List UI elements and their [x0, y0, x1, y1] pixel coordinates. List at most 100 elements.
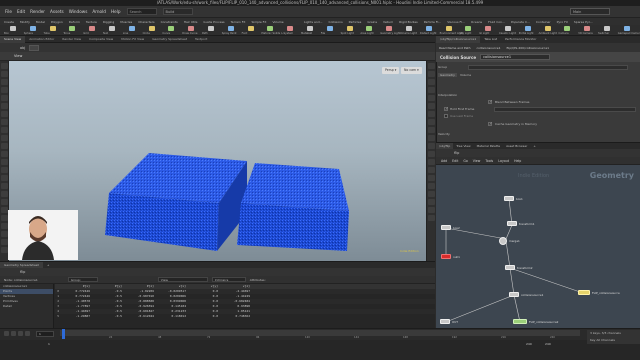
shelf-tool-spot-light-icon[interactable] — [346, 26, 353, 31]
shelf-tool-environment-light-icon[interactable] — [445, 26, 452, 31]
display-option-icon[interactable] — [428, 135, 435, 141]
tool-icon[interactable] — [1, 247, 8, 253]
tool-icon[interactable] — [1, 167, 8, 173]
tool-icon[interactable] — [1, 175, 8, 181]
tab-geometry-spreadsheet[interactable]: Geometry Spreadsheet — [148, 36, 191, 43]
display-option-icon[interactable] — [428, 103, 435, 109]
network-path[interactable]: flip — [454, 151, 459, 155]
network-menu-go[interactable]: Go — [463, 159, 467, 163]
menu-file[interactable]: File — [5, 9, 12, 14]
shelf-tab-hair-utils[interactable]: Hair Utils — [182, 20, 200, 24]
shelf-tab-particle-fl[interactable]: Particle Fl... — [422, 20, 443, 24]
desktop-dropdown[interactable]: Main — [570, 8, 610, 15]
network-menu-add[interactable]: Add — [441, 159, 447, 163]
shelf-tab-pyro-fx[interactable]: Pyro FX — [555, 20, 570, 24]
network-menu-layout[interactable]: Layout — [498, 159, 509, 163]
tool-icon[interactable] — [1, 143, 8, 149]
range-start[interactable]: 1 — [48, 342, 50, 346]
display-option-icon[interactable] — [428, 191, 435, 197]
display-option-icon[interactable] — [428, 63, 435, 69]
node-transform2[interactable] — [505, 265, 515, 270]
node-out[interactable] — [440, 319, 450, 324]
shelf-tab-simple-fx[interactable]: Simple FX — [249, 20, 268, 24]
group-param-field[interactable] — [468, 65, 628, 70]
shelf-tab-characters[interactable]: Characters — [136, 20, 156, 24]
shelf-tab-volume[interactable]: Volume — [270, 20, 285, 24]
current-frame-field[interactable]: 1 — [36, 331, 54, 337]
add-tab-button[interactable]: + — [540, 36, 551, 43]
network-menu-help[interactable]: Help — [514, 159, 521, 163]
shelf-tab-create[interactable]: Create — [2, 20, 16, 24]
tab-take-list[interactable]: Take List — [480, 36, 501, 43]
node-flip-collisionsource2[interactable] — [513, 319, 527, 324]
use-last-toggle[interactable] — [444, 114, 448, 118]
shelf-tab-modify[interactable]: Modify — [18, 20, 32, 24]
shelf-tab-sparse-pyr[interactable]: Sparse Pyr... — [572, 20, 595, 24]
tab-textport[interactable]: Textport — [191, 36, 211, 43]
spreadsheet-path[interactable]: flip — [20, 270, 25, 274]
tool-icon[interactable] — [1, 63, 8, 69]
tool-icon[interactable] — [1, 223, 8, 229]
shelf-tab-fluid-con[interactable]: Fluid Con... — [486, 20, 507, 24]
shelf-tab-viscous-fl[interactable]: Viscous Fl... — [445, 20, 467, 24]
shelf-tool-spray-paint-icon[interactable] — [227, 26, 234, 31]
build-dropdown[interactable]: Build — [162, 8, 193, 15]
display-option-icon[interactable] — [428, 143, 435, 149]
tab-composite-view[interactable]: Composite View — [85, 36, 117, 43]
shelf-tab-rigging[interactable]: Rigging — [101, 20, 116, 24]
intrinsics-dropdown[interactable]: Intrinsics — [211, 277, 246, 282]
menu-help[interactable]: Help — [111, 9, 121, 14]
play-back-button[interactable] — [4, 331, 9, 336]
shelf-tool-curve-icon[interactable] — [168, 26, 175, 31]
step-back-button[interactable] — [11, 331, 16, 336]
shelf-tab-polygon[interactable]: Polygon — [49, 20, 65, 24]
display-option-icon[interactable] — [428, 119, 435, 125]
tool-icon[interactable] — [1, 231, 8, 237]
shelf-tool-font-icon[interactable] — [247, 26, 254, 31]
shelf-tool-switcher-icon[interactable] — [604, 26, 610, 31]
tool-icon[interactable] — [1, 87, 8, 93]
shelf-tool-sphere-icon[interactable] — [29, 26, 36, 31]
shelf-tool-area-light-icon[interactable] — [366, 26, 373, 31]
tool-icon[interactable] — [1, 111, 8, 117]
node-box1[interactable] — [504, 196, 514, 201]
shelf-tool-torus-icon[interactable] — [69, 26, 76, 31]
range-end[interactable]: 240 — [526, 342, 532, 346]
tab-animation-editor[interactable]: Animation Editor — [25, 36, 58, 43]
node-transform1[interactable] — [507, 221, 517, 226]
shelf-tool-null-icon[interactable] — [109, 26, 115, 31]
tool-icon[interactable] — [1, 215, 8, 221]
shelf-tool-sky-light-icon[interactable] — [465, 26, 472, 31]
shelf-tool-camera-icon[interactable] — [564, 26, 571, 31]
network-editor[interactable]: Geometry Indie Edition box1 transform1 b… — [436, 165, 640, 328]
timeline-playhead[interactable] — [62, 329, 65, 339]
shelf-tool-gi-light-icon[interactable] — [485, 26, 492, 31]
display-option-icon[interactable] — [428, 183, 435, 189]
display-option-icon[interactable] — [428, 127, 435, 133]
shelf-tab-particles[interactable]: Particles — [347, 20, 364, 24]
shelf-tool-caustic-light-icon[interactable] — [505, 26, 511, 31]
display-option-icon[interactable] — [428, 207, 435, 213]
network-menu-edit[interactable]: Edit — [452, 159, 458, 163]
shelf-tab-vellum[interactable]: Vellum — [381, 20, 395, 24]
shelf-tool-gamepad-camera-icon[interactable] — [623, 26, 630, 31]
menu-edit[interactable]: Edit — [17, 9, 25, 14]
tab-motion-fx-view[interactable]: Motion FX View — [117, 36, 148, 43]
shelf-tool-l-system-icon[interactable] — [287, 26, 294, 31]
shelf-tab-muscles[interactable]: Muscles — [118, 20, 134, 24]
display-option-icon[interactable] — [428, 87, 435, 93]
shelf-tool-tube-icon[interactable] — [49, 26, 56, 31]
shelf-tab-deform[interactable]: Deform — [67, 20, 82, 24]
tool-icon[interactable] — [1, 183, 8, 189]
shelf-tool-grid-icon[interactable] — [89, 26, 96, 31]
display-option-icon[interactable] — [428, 215, 435, 221]
menu-assets[interactable]: Assets — [50, 9, 64, 14]
shelf-tab-guide-process[interactable]: Guide Process — [201, 20, 226, 24]
shelf-tab-grains[interactable]: Grains — [365, 20, 379, 24]
view-dropdown[interactable]: View — [157, 277, 208, 282]
tab-performance-monitor[interactable]: Performance Monitor — [501, 36, 540, 43]
tool-icon[interactable] — [1, 71, 8, 77]
path-dropdown[interactable] — [29, 44, 40, 51]
menu-render[interactable]: Render — [30, 9, 45, 14]
hold-first-toggle[interactable] — [444, 106, 448, 111]
